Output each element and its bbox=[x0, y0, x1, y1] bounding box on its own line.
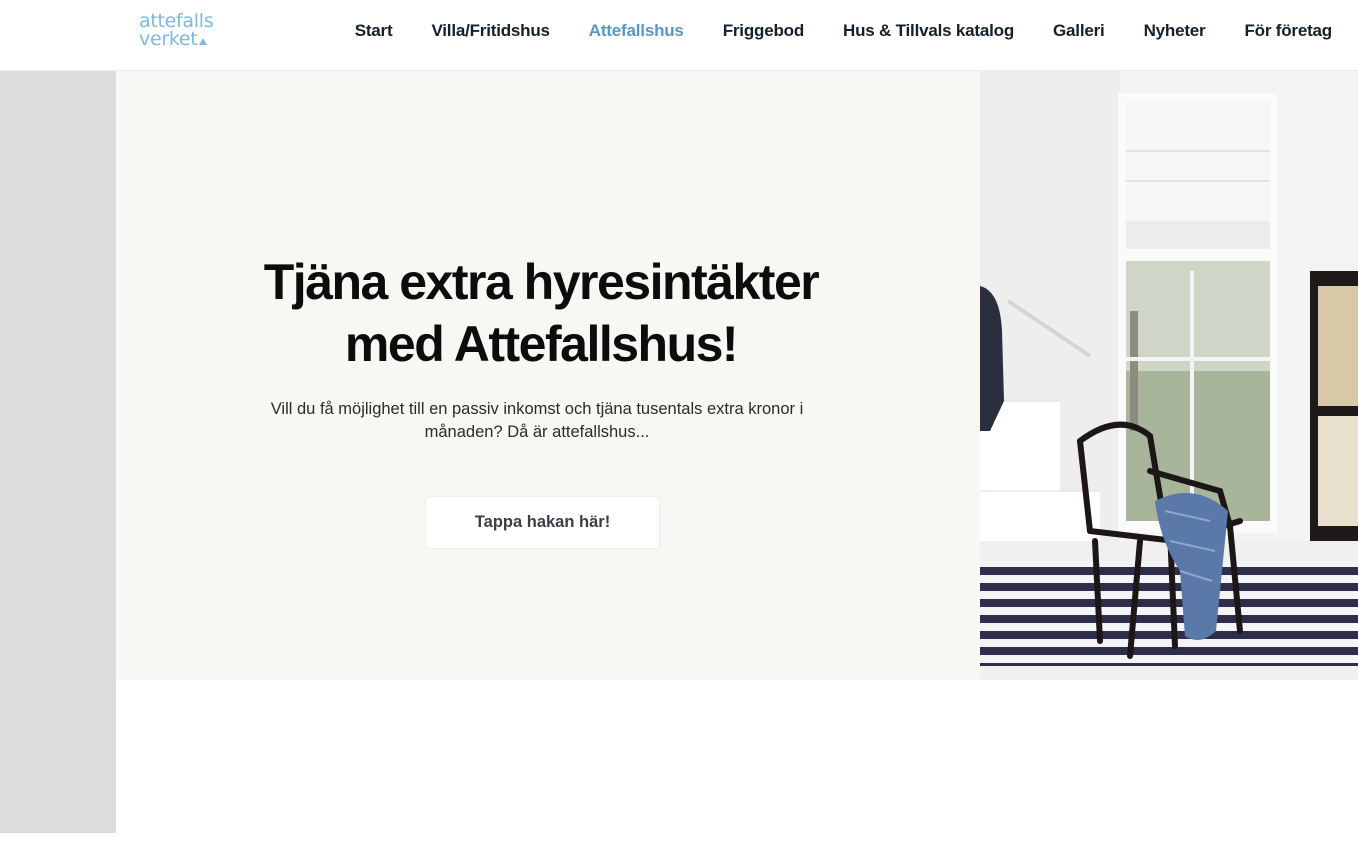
site-header: attefalls verket Start Villa/Fritidshus … bbox=[0, 0, 1358, 71]
hero-interior-image bbox=[980, 71, 1358, 680]
nav-item-villa-fritidshus[interactable]: Villa/Fritidshus bbox=[431, 21, 550, 41]
hero-cta-button[interactable]: Tappa hakan här! bbox=[426, 497, 659, 548]
hero-description: Vill du få möjlighet till en passiv inko… bbox=[270, 400, 804, 441]
logo-triangle-icon bbox=[199, 38, 208, 45]
hero-title-line-1: Tjäna extra hyresintäkter bbox=[263, 254, 820, 310]
nav-item-katalog[interactable]: Hus & Tillvals katalog bbox=[843, 21, 1014, 41]
hero-title: Tjäna extra hyresintäkter med Attefallsh… bbox=[116, 251, 966, 375]
site-logo[interactable]: attefalls verket bbox=[139, 12, 239, 52]
nav-item-nyheter[interactable]: Nyheter bbox=[1144, 21, 1206, 41]
nav-item-attefallshus[interactable]: Attefallshus bbox=[589, 21, 684, 41]
interior-illustration bbox=[980, 71, 1358, 680]
nav-item-galleri[interactable]: Galleri bbox=[1053, 21, 1105, 41]
hero-panel: Tjäna extra hyresintäkter med Attefallsh… bbox=[116, 71, 980, 680]
logo-line-2-text: verket bbox=[139, 28, 198, 50]
nav-item-for-foretag[interactable]: För företag bbox=[1244, 21, 1332, 41]
main-nav: Start Villa/Fritidshus Attefallshus Frig… bbox=[316, 20, 1332, 42]
hero-title-line-2: med Attefallshus! bbox=[344, 316, 739, 372]
logo-line-2: verket bbox=[139, 28, 239, 50]
nav-item-start[interactable]: Start bbox=[355, 21, 393, 41]
nav-item-friggebod[interactable]: Friggebod bbox=[723, 21, 805, 41]
left-gutter bbox=[0, 71, 116, 833]
